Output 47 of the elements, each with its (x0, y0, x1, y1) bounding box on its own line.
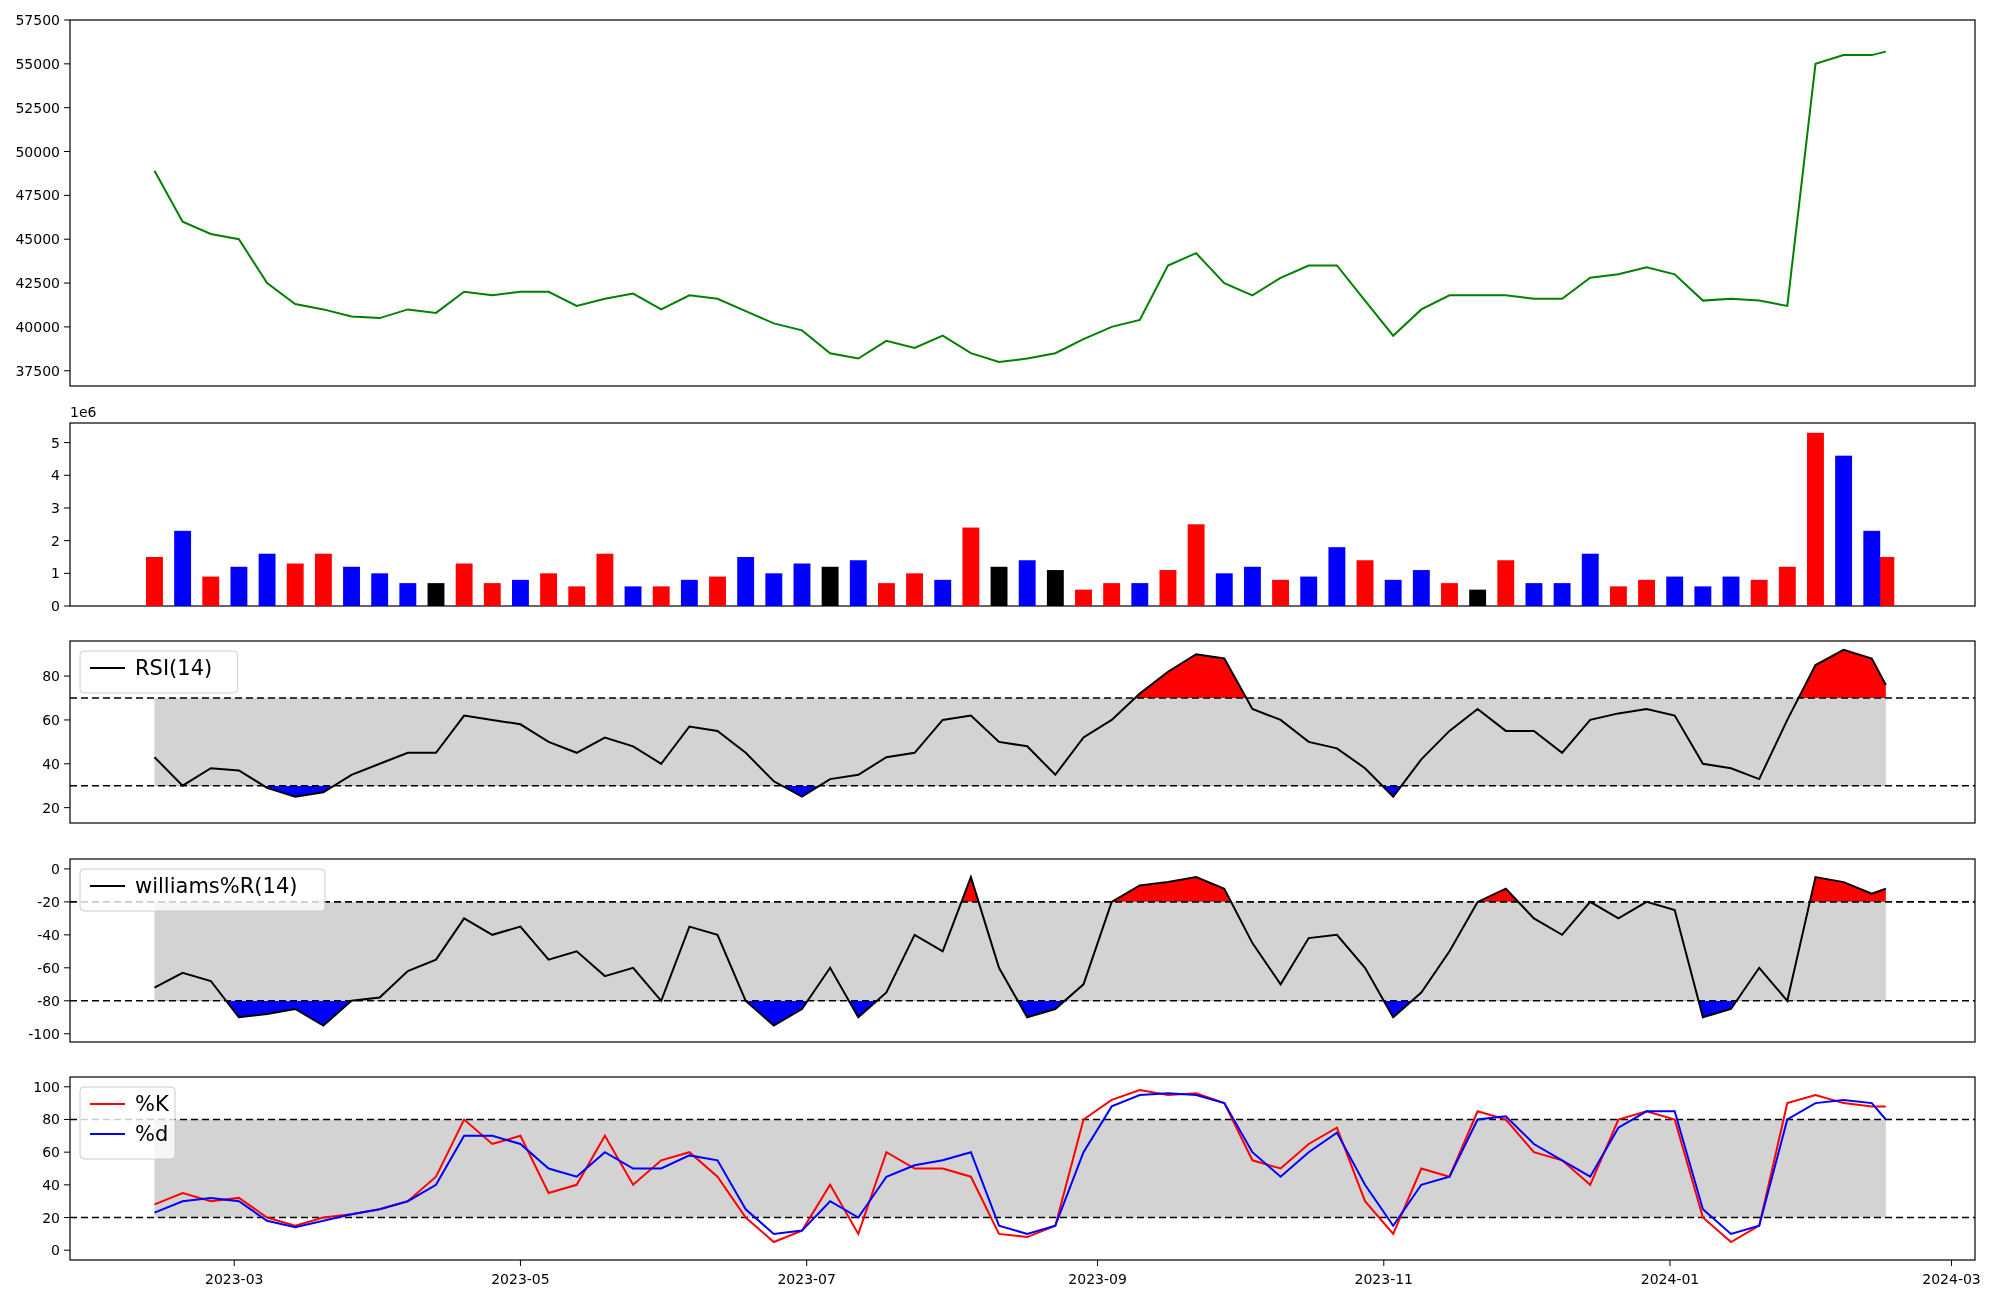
y-tick-label: 5 (51, 434, 60, 451)
legend-label: RSI(14) (135, 656, 213, 680)
x-tick-label: 2023-07 (777, 1271, 836, 1287)
legend-label: %d (135, 1122, 169, 1146)
axis-offset-label: 1e6 (70, 404, 97, 420)
legend-line-icon (89, 1133, 126, 1135)
x-tick-label: 2023-09 (1068, 1271, 1127, 1287)
y-tick-label: 57500 (15, 12, 60, 28)
y-tick-label: 80 (42, 668, 60, 685)
legend-label: %K (135, 1092, 169, 1116)
y-tick-label: 37500 (15, 362, 60, 379)
y-tick-label: 47500 (15, 187, 60, 204)
y-tick-label: 60 (42, 1144, 60, 1161)
y-tick-label: 52500 (15, 99, 60, 116)
y-tick-label: 55000 (15, 55, 60, 72)
y-tick-label: 1 (51, 565, 60, 582)
y-tick-label: 40 (42, 755, 60, 772)
legend-line-icon (89, 1103, 126, 1105)
y-tick-label: 80 (42, 1111, 60, 1128)
y-tick-label: 3 (51, 499, 60, 516)
y-tick-label: 40 (42, 1176, 60, 1193)
y-tick-label: -100 (28, 1025, 60, 1042)
y-tick-label: 42500 (15, 275, 60, 292)
legend-line-icon (89, 885, 126, 887)
y-tick-label: 20 (42, 1209, 60, 1226)
y-tick-label: 20 (42, 799, 60, 816)
legend-line-icon (89, 667, 126, 669)
y-tick-label: -60 (37, 959, 60, 976)
y-tick-label: 50000 (15, 143, 60, 160)
y-tick-label: 45000 (15, 231, 60, 248)
y-tick-label: -40 (37, 926, 60, 943)
x-tick-label: 2023-03 (204, 1271, 264, 1287)
x-tick-label: 2023-05 (491, 1271, 550, 1287)
legend-label: williams%R(14) (135, 874, 298, 898)
y-tick-label: 2 (51, 532, 60, 549)
y-tick-label: 100 (33, 1078, 60, 1095)
y-tick-label: 0 (51, 1242, 60, 1259)
x-tick-label: 2024-03 (1922, 1271, 1981, 1287)
y-tick-label: 0 (51, 598, 60, 614)
x-tick-label: 2024-01 (1640, 1271, 1700, 1287)
y-tick-label: 60 (42, 711, 60, 728)
y-tick-label: -20 (37, 893, 60, 910)
y-tick-label: -80 (37, 992, 60, 1009)
y-tick-label: 0 (51, 860, 60, 877)
y-tick-label: 40000 (15, 318, 60, 335)
y-tick-label: 4 (51, 467, 60, 484)
x-tick-label: 2023-11 (1354, 1271, 1414, 1287)
